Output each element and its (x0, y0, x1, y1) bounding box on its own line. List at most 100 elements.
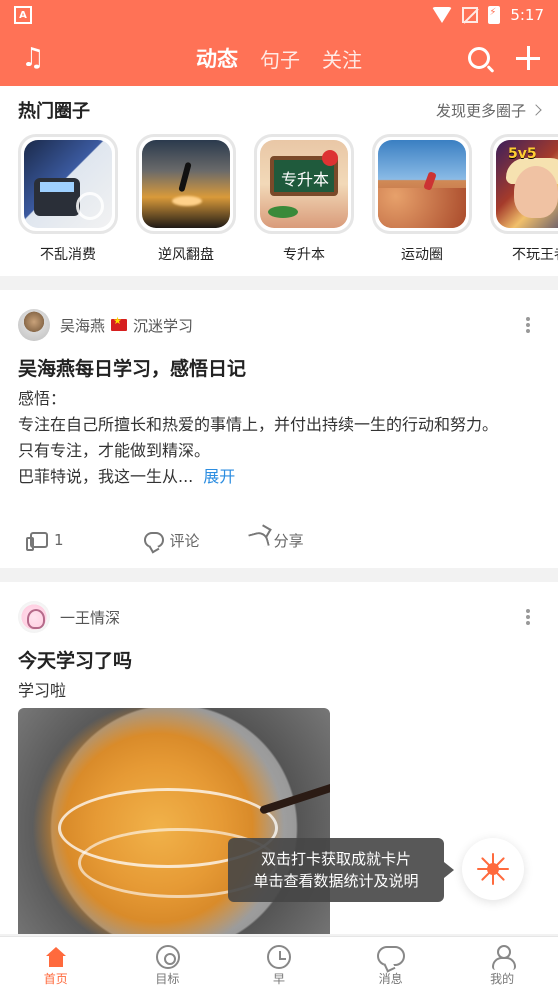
rock-shape (378, 188, 466, 228)
game-hero-image: 5v5 (496, 140, 558, 228)
hot-circles-header: 热门圈子 发现更多圈子 (0, 86, 558, 134)
more-options-icon[interactable] (526, 317, 530, 333)
post-actions: 1 评论 分享 (26, 526, 304, 554)
discover-more-label: 发现更多圈子 (435, 101, 526, 120)
user-icon (490, 945, 517, 970)
search-icon[interactable] (468, 47, 490, 69)
status-time: 5:17 (510, 6, 544, 24)
post-body-line: 感悟： (18, 389, 67, 408)
circle-label: 运动圈 (401, 247, 443, 263)
post-topic[interactable]: 沉迷学习 (133, 315, 193, 336)
top-navigation-bar: ♫ 动态 句子 关注 (0, 30, 558, 86)
app-badge-text: A (19, 9, 27, 21)
circle-item-zhuanshengben[interactable]: 专升本 专升本 (254, 134, 354, 264)
share-label: 分享 (273, 531, 304, 550)
circle-label: 不玩王者 (512, 247, 558, 263)
author-line: 吴海燕 沉迷学习 (60, 315, 193, 336)
circle-carousel[interactable]: 不乱消费 逆风翻盘 专升本 专升本 运动圈 5v5 不玩王 (18, 134, 558, 274)
checkin-fab-button[interactable] (462, 838, 524, 900)
comment-button[interactable]: 评论 (143, 530, 200, 551)
chopsticks-shape (258, 779, 330, 815)
post-title: 今天学习了吗 (18, 650, 133, 672)
hero-face-shape (514, 166, 558, 218)
contactless-ring-icon (76, 192, 104, 220)
nav-goals[interactable]: 目标 (112, 937, 224, 992)
post-body: 学习啦 (18, 681, 67, 700)
post-body-line: 只有专注，才能做到精深。 (18, 441, 211, 460)
expand-link[interactable]: 展开 (203, 467, 235, 486)
tooltip-line-1: 双击打卡获取成就卡片 (260, 850, 411, 868)
tab-dongtai[interactable]: 动态 (196, 43, 238, 73)
phone-screen: A 5:17 ♫ 动态 句子 关注 热门圈子 发现更多圈子 (0, 0, 558, 992)
nav-home[interactable]: 首页 (0, 937, 112, 992)
home-icon (44, 945, 68, 969)
wifi-icon (432, 7, 453, 23)
post-body-line-last: 巴菲特说，我这一生从... 展开 (18, 464, 540, 490)
nav-label: 消息 (378, 972, 403, 986)
sun-icon (477, 853, 509, 885)
nav-messages[interactable]: 消息 (335, 937, 447, 992)
post-header: 一王情深 (18, 600, 120, 634)
author-line: 一王情深 (60, 607, 120, 628)
terminal-screen-shape (40, 182, 74, 192)
circle-label: 专升本 (283, 247, 325, 263)
bottom-navigation: 首页 目标 早 消息 我的 (0, 936, 558, 992)
china-flag-icon (111, 316, 128, 331)
chalkboard-image: 专升本 (260, 140, 348, 228)
comment-icon (143, 532, 164, 548)
post-header: 吴海燕 沉迷学习 (18, 308, 193, 342)
thumbs-up-icon (26, 532, 48, 551)
sun-core (487, 863, 499, 875)
tab-guanzhu[interactable]: 关注 (322, 44, 362, 73)
post-title: 吴海燕每日学习，感悟日记 (18, 358, 247, 380)
post-body: 感悟： 专注在自己所擅长和热爱的事情上，并付出持续一生的行动和努力。 只有专注，… (18, 386, 540, 490)
share-button[interactable]: 分享 (247, 529, 304, 551)
author-name[interactable]: 一王情深 (60, 607, 120, 628)
apple-shape (322, 150, 338, 166)
tooltip-line-2: 单击查看数据统计及说明 (253, 872, 419, 890)
post-body-line: 巴菲特说，我这一生从... (18, 467, 194, 486)
tab-juzi[interactable]: 句子 (260, 44, 300, 73)
circle-item-buwan-wangzhe[interactable]: 5v5 不玩王者 (490, 134, 558, 264)
avatar[interactable] (18, 601, 50, 633)
runner-image (378, 140, 466, 228)
share-icon (247, 529, 270, 551)
avatar[interactable] (18, 309, 50, 341)
chalkboard-text: 专升本 (280, 170, 329, 189)
target-icon (155, 945, 180, 969)
like-button[interactable]: 1 (26, 531, 64, 551)
nav-profile[interactable]: 我的 (446, 937, 558, 992)
battery-charging-icon (488, 6, 501, 24)
circle-label: 逆风翻盘 (158, 247, 214, 263)
alarm-clock-icon (267, 945, 292, 969)
nav-morning[interactable]: 早 (223, 937, 335, 992)
circle-item-buluan-xiaofei[interactable]: 不乱消费 (18, 134, 118, 264)
status-bar: A 5:17 (0, 0, 558, 30)
no-signal-icon (462, 7, 479, 23)
author-name[interactable]: 吴海燕 (60, 315, 105, 336)
status-icons: 5:17 (432, 6, 544, 24)
circle-thumbnail (372, 134, 472, 234)
hot-circles-section: 热门圈子 发现更多圈子 不乱消费 逆风翻盘 专升本 专升本 运动圈 5v5 不玩… (0, 86, 558, 276)
chat-bubble-icon (376, 946, 405, 966)
circle-item-yundongquan[interactable]: 运动圈 (372, 134, 472, 264)
circle-item-nifeng-fanpan[interactable]: 逆风翻盘 (136, 134, 236, 264)
checkin-tooltip: 双击打卡获取成就卡片 单击查看数据统计及说明 (228, 838, 454, 902)
nav-label: 首页 (43, 972, 68, 986)
plus-icon[interactable] (516, 46, 540, 70)
more-options-icon[interactable] (526, 609, 530, 625)
circle-thumbnail: 专升本 (254, 134, 354, 234)
post-card[interactable]: 吴海燕 沉迷学习 吴海燕每日学习，感悟日记 感悟： 专注在自己所擅长和热爱的事情… (0, 290, 558, 568)
game-logo-text: 5v5 (508, 146, 537, 162)
top-actions (468, 30, 540, 86)
circle-thumbnail: 5v5 (490, 134, 558, 234)
circle-thumbnail (18, 134, 118, 234)
discover-more-circles-link[interactable]: 发现更多圈子 (435, 100, 542, 121)
hot-circles-title: 热门圈子 (18, 101, 90, 122)
like-count: 1 (54, 531, 64, 549)
post-body-line: 专注在自己所擅长和热爱的事情上，并付出持续一生的行动和努力。 (18, 415, 499, 434)
silhouette-shape (178, 161, 192, 193)
nav-label: 目标 (155, 972, 180, 986)
music-icon[interactable]: ♫ (12, 43, 54, 73)
nav-label: 早 (272, 972, 285, 986)
